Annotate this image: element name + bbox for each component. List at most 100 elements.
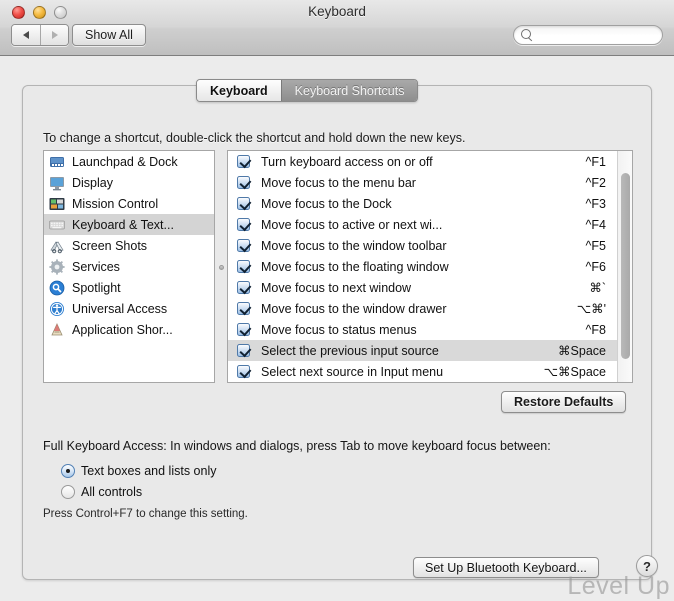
shortcut-label: Move focus to the window drawer (261, 301, 447, 316)
control-f7-hint: Press Control+F7 to change this setting. (43, 508, 248, 520)
window-title: Keyboard (308, 4, 366, 19)
radio-label: Text boxes and lists only (81, 464, 217, 478)
shortcut-label: Move focus to status menus (261, 322, 417, 337)
sidebar-item-services[interactable]: Services (44, 256, 214, 277)
shortcut-row[interactable]: Select the previous input source ⌘Space (228, 340, 618, 361)
checkbox-icon[interactable] (237, 365, 250, 378)
shortcut-row[interactable]: Move focus to the window drawer ⌥⌘' (228, 298, 618, 319)
checkbox-icon[interactable] (237, 281, 250, 294)
shortcut-key: ⌥⌘' (576, 302, 606, 316)
gear-icon (49, 258, 65, 275)
forward-button[interactable] (40, 25, 68, 45)
sidebar-item-label: Display (72, 175, 113, 190)
split-divider[interactable] (215, 150, 227, 383)
shortcut-label: Select next source in Input menu (261, 364, 444, 379)
shortcut-key: ⌘` (589, 281, 606, 295)
search-field[interactable] (513, 25, 663, 45)
checkbox-icon[interactable] (237, 260, 250, 273)
split-lists: Launchpad & Dock Display Mission Control Ke… (43, 150, 633, 383)
tab-keyboard-shortcuts[interactable]: Keyboard Shortcuts (280, 80, 418, 101)
shortcut-key: ^F5 (585, 238, 606, 253)
window-titlebar: Keyboard Show All (0, 0, 674, 56)
spotlight-icon (49, 280, 65, 296)
navigation-buttons (11, 24, 69, 46)
checkbox-icon[interactable] (237, 155, 250, 168)
tab-keyboard[interactable]: Keyboard (197, 80, 281, 101)
shortcut-key: ^F6 (585, 259, 606, 274)
help-button[interactable]: ? (636, 555, 658, 577)
mission-control-icon (49, 196, 65, 212)
checkbox-icon[interactable] (237, 323, 250, 336)
sidebar-item-label: Screen Shots (72, 238, 148, 253)
shortcut-key: ^F3 (585, 196, 606, 211)
forward-arrow-icon (51, 31, 58, 39)
preferences-panel: To change a shortcut, double-click the s… (22, 85, 652, 580)
shortcut-row[interactable]: Turn keyboard access on or off ^F1 (228, 151, 618, 172)
sidebar-item-label: Mission Control (72, 196, 159, 211)
sidebar-item-application-shor[interactable]: Application Shor... (44, 319, 214, 340)
shortcut-list[interactable]: Turn keyboard access on or off ^F1 Move fo… (227, 150, 633, 383)
restore-defaults-button[interactable]: Restore Defaults (501, 391, 627, 413)
shortcut-label: Move focus to the window toolbar (261, 238, 447, 253)
shortcut-key: ^F1 (585, 154, 606, 169)
search-icon (521, 29, 533, 41)
shortcut-row[interactable]: Move focus to the menu bar ^F2 (228, 172, 618, 193)
radio-label: All controls (81, 485, 143, 499)
checkbox-icon[interactable] (237, 344, 250, 357)
shortcut-list-scrollbar[interactable] (617, 151, 632, 382)
keyboard-preferences-window: Keyboard Show All To change a shortcut, … (0, 0, 674, 601)
back-button[interactable] (12, 25, 40, 45)
shortcut-key: ^F2 (585, 175, 606, 190)
shortcut-label: Turn keyboard access on or off (261, 154, 433, 169)
shortcut-label: Move focus to active or next wi... (261, 217, 443, 232)
radio-button-icon (61, 485, 75, 499)
radio-button-icon (61, 464, 75, 478)
display-icon (49, 175, 65, 191)
universal-access-icon (49, 301, 65, 317)
setup-bluetooth-keyboard-button[interactable]: Set Up Bluetooth Keyboard... (413, 557, 599, 578)
shortcut-label: Move focus to the Dock (261, 196, 392, 211)
checkbox-icon[interactable] (237, 176, 250, 189)
shortcut-row[interactable]: Move focus to next window ⌘` (228, 277, 618, 298)
shortcut-key: ^F4 (585, 217, 606, 232)
full-keyboard-access-label: Full Keyboard Access: In windows and dia… (43, 439, 551, 453)
shortcut-row[interactable]: Move focus to active or next wi... ^F4 (228, 214, 618, 235)
shortcut-label: Move focus to next window (261, 280, 412, 295)
dock-icon (49, 154, 65, 170)
sidebar-item-keyboard-text[interactable]: Keyboard & Text... (44, 214, 214, 235)
shortcut-row[interactable]: Move focus to the floating window ^F6 (228, 256, 618, 277)
sidebar-item-label: Universal Access (72, 301, 168, 316)
tab-bar: Keyboard Keyboard Shortcuts (196, 79, 419, 102)
shortcut-label: Move focus to the menu bar (261, 175, 416, 190)
sidebar-item-label: Spotlight (72, 280, 121, 295)
sidebar-item-label: Launchpad & Dock (72, 154, 178, 169)
sidebar-item-screen-shots[interactable]: Screen Shots (44, 235, 214, 256)
checkbox-icon[interactable] (237, 239, 250, 252)
shortcut-row[interactable]: Move focus to status menus ^F8 (228, 319, 618, 340)
screenshot-icon (49, 238, 65, 254)
shortcut-category-list[interactable]: Launchpad & Dock Display Mission Control Ke… (43, 150, 215, 383)
checkbox-icon[interactable] (237, 197, 250, 210)
radio-all-controls[interactable]: All controls (61, 485, 142, 499)
checkbox-icon[interactable] (237, 302, 250, 315)
shortcut-row[interactable]: Move focus to the Dock ^F3 (228, 193, 618, 214)
shortcut-label: Select the previous input source (261, 343, 439, 358)
shortcut-row[interactable]: Select next source in Input menu ⌥⌘Space (228, 361, 618, 382)
sidebar-item-spotlight[interactable]: Spotlight (44, 277, 214, 298)
scrollbar-thumb[interactable] (621, 173, 630, 359)
shortcut-row[interactable]: Move focus to the window toolbar ^F5 (228, 235, 618, 256)
checkbox-icon[interactable] (237, 218, 250, 231)
radio-text-boxes-and-lists[interactable]: Text boxes and lists only (61, 464, 217, 478)
split-grip-icon (218, 264, 224, 270)
sidebar-item-universal-access[interactable]: Universal Access (44, 298, 214, 319)
search-input[interactable] (537, 27, 655, 43)
sidebar-item-label: Services (72, 259, 120, 274)
shortcut-key: ⌥⌘Space (543, 365, 606, 379)
sidebar-item-mission-control[interactable]: Mission Control (44, 193, 214, 214)
sidebar-item-launchpad-dock[interactable]: Launchpad & Dock (44, 151, 214, 172)
sidebar-item-display[interactable]: Display (44, 172, 214, 193)
show-all-button[interactable]: Show All (72, 24, 146, 46)
shortcut-key: ⌘Space (558, 344, 606, 358)
application-icon (49, 322, 65, 338)
keyboard-icon (49, 217, 65, 233)
